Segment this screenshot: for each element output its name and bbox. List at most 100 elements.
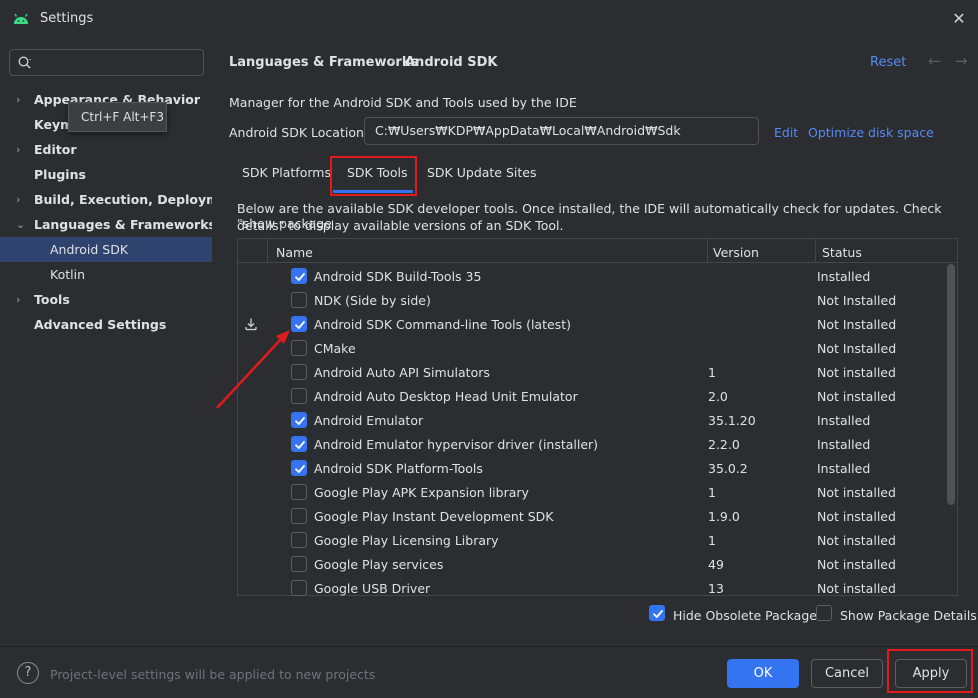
show-package-details-checkbox[interactable]	[816, 605, 832, 621]
row-checkbox[interactable]	[291, 268, 307, 284]
chevron-right-icon: ›	[16, 143, 21, 156]
row-checkbox[interactable]	[291, 508, 307, 524]
sidebar-item-tools[interactable]: › Tools	[0, 287, 212, 312]
package-name: Android SDK Command-line Tools (latest)	[314, 317, 571, 332]
package-version: 13	[708, 581, 724, 596]
package-status: Installed	[817, 413, 871, 428]
cancel-button[interactable]: Cancel	[811, 659, 883, 688]
package-version: 35.0.2	[708, 461, 748, 476]
sidebar-item-label: Languages & Frameworks	[34, 217, 216, 232]
package-status: Not installed	[817, 365, 896, 380]
table-row[interactable]: Google Play APK Expansion library 1 Not in…	[238, 480, 946, 504]
sidebar-item-kotlin[interactable]: Kotlin	[0, 262, 212, 287]
search-input[interactable]	[9, 49, 204, 76]
chevron-down-icon: ⌄	[16, 218, 26, 231]
table-row[interactable]: Google USB Driver 13 Not installed	[238, 576, 946, 600]
package-status: Not installed	[817, 509, 896, 524]
table-row[interactable]: Android Emulator hypervisor driver (inst…	[238, 432, 946, 456]
page-description: Manager for the Android SDK and Tools us…	[229, 95, 577, 110]
column-header-status[interactable]: Status	[822, 245, 862, 260]
package-name: Google Play Licensing Library	[314, 533, 499, 548]
table-row[interactable]: Google Play Instant Development SDK 1.9.0…	[238, 504, 946, 528]
optimize-disk-space-link[interactable]: Optimize disk space	[808, 125, 934, 140]
package-name: Android Emulator	[314, 413, 424, 428]
column-header-version[interactable]: Version	[713, 245, 759, 260]
sdk-location-field[interactable]: C:₩Users₩KDP₩AppData₩Local₩Android₩Sdk	[364, 117, 759, 145]
package-version: 1.9.0	[708, 509, 740, 524]
sidebar-item-label: Editor	[34, 142, 77, 157]
package-version: 2.2.0	[708, 437, 740, 452]
package-version: 1	[708, 485, 716, 500]
column-separator	[267, 239, 268, 263]
sidebar-item-android-sdk[interactable]: Android SDK	[0, 237, 212, 262]
tab-sdk-platforms[interactable]: SDK Platforms	[242, 166, 331, 192]
table-row[interactable]: Android SDK Platform-Tools 35.0.2 Installe…	[238, 456, 946, 480]
ok-button[interactable]: OK	[727, 659, 799, 688]
package-status: Not installed	[817, 485, 896, 500]
hint-text-line-2: details" to display available versions o…	[237, 218, 564, 233]
row-checkbox[interactable]	[291, 460, 307, 476]
package-version: 35.1.20	[708, 413, 756, 428]
package-name: Google Play services	[314, 557, 444, 572]
close-icon[interactable]: ✕	[946, 6, 972, 32]
table-row[interactable]: Android SDK Build-Tools 35 Installed	[238, 264, 946, 288]
column-separator	[815, 239, 816, 263]
package-name: Android Auto API Simulators	[314, 365, 490, 380]
row-checkbox[interactable]	[291, 292, 307, 308]
table-row[interactable]: Google Play Licensing Library 1 Not instal…	[238, 528, 946, 552]
row-checkbox[interactable]	[291, 436, 307, 452]
apply-annotation-box	[887, 649, 973, 693]
forward-arrow-icon[interactable]: →	[955, 52, 968, 70]
column-header-name[interactable]: Name	[276, 245, 313, 260]
row-checkbox[interactable]	[291, 412, 307, 428]
show-package-details-label[interactable]: Show Package Details	[840, 608, 977, 623]
sidebar-item-build[interactable]: › Build, Execution, Deployment	[0, 187, 242, 212]
edit-link[interactable]: Edit	[774, 125, 798, 140]
table-row[interactable]: Android Auto API Simulators 1 Not installe…	[238, 360, 946, 384]
search-icon	[18, 56, 31, 69]
table-scrollbar[interactable]	[947, 264, 955, 505]
sidebar-item-languages[interactable]: ⌄ Languages & Frameworks	[0, 212, 216, 237]
column-separator	[707, 239, 708, 263]
table-row[interactable]: Android Emulator 35.1.20 Installed	[238, 408, 946, 432]
row-checkbox[interactable]	[291, 580, 307, 596]
package-status: Not installed	[817, 581, 896, 596]
hide-obsolete-label[interactable]: Hide Obsolete Packages	[673, 608, 823, 623]
android-logo-icon	[14, 13, 28, 24]
table-row[interactable]: Android Auto Desktop Head Unit Emulator 2…	[238, 384, 946, 408]
help-icon[interactable]: ?	[17, 662, 39, 684]
row-checkbox[interactable]	[291, 532, 307, 548]
table-row[interactable]: NDK (Side by side) Not Installed	[238, 288, 946, 312]
package-status: Not Installed	[817, 341, 897, 356]
tab-sdk-update-sites[interactable]: SDK Update Sites	[427, 166, 537, 192]
package-status: Installed	[817, 461, 871, 476]
breadcrumb-current: Android SDK	[405, 55, 498, 70]
tab-annotation-box	[330, 156, 417, 196]
table-row[interactable]: CMake Not Installed	[238, 336, 946, 360]
table-row[interactable]: Google Play services 49 Not installed	[238, 552, 946, 576]
sidebar-item-plugins[interactable]: Plugins	[0, 162, 212, 187]
package-name: Google USB Driver	[314, 581, 431, 596]
sdk-location-label: Android SDK Location:	[229, 125, 369, 140]
row-checkbox[interactable]	[291, 556, 307, 572]
back-arrow-icon[interactable]: ←	[928, 52, 941, 70]
hide-obsolete-checkbox[interactable]	[649, 605, 665, 621]
reset-link[interactable]: Reset	[870, 55, 906, 70]
table-row[interactable]: Android SDK Command-line Tools (latest) N…	[238, 312, 946, 336]
package-status: Not installed	[817, 533, 896, 548]
sidebar-item-label: Advanced Settings	[34, 317, 167, 332]
row-checkbox[interactable]	[291, 484, 307, 500]
breadcrumb-separator-icon: ›	[390, 54, 396, 69]
sidebar-item-advanced[interactable]: Advanced Settings	[0, 312, 212, 337]
sidebar-item-label: Kotlin	[50, 267, 85, 282]
package-name: Android SDK Build-Tools 35	[314, 269, 482, 284]
sidebar-item-editor[interactable]: › Editor	[0, 137, 212, 162]
package-version: 1	[708, 533, 716, 548]
package-name: NDK (Side by side)	[314, 293, 431, 308]
package-name: Android SDK Platform-Tools	[314, 461, 483, 476]
package-name: Google Play APK Expansion library	[314, 485, 529, 500]
package-status: Not installed	[817, 557, 896, 572]
package-status: Not installed	[817, 389, 896, 404]
package-status: Installed	[817, 269, 871, 284]
annotation-arrow	[216, 330, 290, 409]
